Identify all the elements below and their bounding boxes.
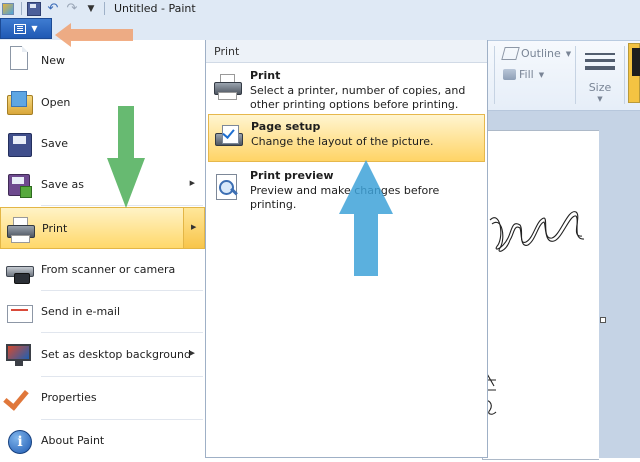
submenu-item-title: Page setup [251, 120, 321, 133]
quick-access-toolbar: ↶ ↷ ▼ [0, 0, 109, 17]
submenu-arrow-icon: ▶ [189, 349, 195, 357]
paint-menu-icon [14, 23, 27, 34]
submenu-title: Print [214, 45, 240, 58]
menu-item-label: Open [41, 96, 71, 109]
menu-item-label: Save as [41, 178, 84, 191]
canvas-resize-handle[interactable] [600, 317, 606, 323]
submenu-arrow-icon: ▶ [189, 179, 195, 187]
menu-item-label: From scanner or camera [41, 263, 176, 276]
ribbon-separator [575, 46, 576, 104]
menu-item-email[interactable]: Send in e-mail [0, 291, 205, 333]
save-disk-icon [5, 130, 33, 158]
new-document-icon [10, 46, 28, 70]
save-icon[interactable] [26, 1, 42, 16]
title-bar: ↶ ↷ ▼ Untitled - Paint [0, 0, 640, 18]
submenu-item-description: Select a printer, number of copies, and … [250, 84, 466, 111]
page-setup-icon [214, 123, 243, 151]
menu-item-properties[interactable]: Properties [0, 377, 205, 419]
fill-button[interactable]: Fill ▼ [503, 68, 544, 81]
redo-icon[interactable]: ↷ [64, 1, 80, 16]
size-label: Size [588, 81, 612, 94]
info-icon: i [5, 427, 33, 455]
outline-button[interactable]: Outline ▼ [501, 47, 572, 60]
print-submenu-button[interactable]: ▶ [183, 208, 204, 248]
submenu-header: Print [206, 40, 487, 63]
undo-icon[interactable]: ↶ [45, 1, 61, 16]
printer-icon [213, 72, 242, 100]
fill-label: Fill [519, 68, 534, 81]
scanner-icon [5, 256, 34, 284]
customize-dropdown-icon[interactable]: ▼ [83, 2, 99, 16]
window-title: Untitled - Paint [114, 2, 196, 15]
menu-item-about[interactable]: i About Paint [0, 420, 205, 462]
outline-label: Outline [521, 47, 561, 60]
paint-menu-button[interactable]: ▼ [0, 18, 52, 39]
menu-item-label: Print [42, 222, 68, 235]
line-width-icon [585, 53, 615, 74]
chevron-down-icon: ▼ [565, 49, 572, 58]
menu-separator [41, 332, 203, 333]
open-folder-icon [5, 89, 33, 117]
menu-item-label: About Paint [41, 434, 105, 447]
submenu-item-print[interactable]: Print Select a printer, number of copies… [208, 64, 485, 112]
desktop-icon [5, 341, 33, 369]
submenu-item-title: Print [250, 69, 281, 82]
color-1-swatch[interactable] [628, 43, 640, 103]
app-icon[interactable] [0, 2, 16, 16]
application-menu: New Open Save Save as ▶ Print ▶ From sca… [0, 40, 206, 458]
size-button[interactable]: Size ▼ [581, 48, 619, 103]
outline-icon [501, 47, 520, 60]
menu-item-label: Save [41, 137, 69, 150]
submenu-item-page-setup[interactable]: Page setup Change the layout of the pict… [208, 114, 485, 162]
menu-item-scanner[interactable]: From scanner or camera [0, 249, 205, 291]
submenu-item-title: Print preview [250, 169, 334, 182]
menu-item-open[interactable]: Open [0, 82, 205, 124]
menu-item-print[interactable]: Print ▶ [0, 207, 205, 249]
menu-item-label: Send in e-mail [41, 305, 121, 318]
chevron-down-icon: ▼ [31, 24, 38, 33]
submenu-item-description: Change the layout of the picture. [251, 135, 434, 148]
menu-item-save[interactable]: Save [0, 123, 205, 165]
green-arrow-annotation [107, 106, 145, 208]
submenu-arrow-icon: ▶ [191, 223, 197, 231]
qat-separator-2 [104, 2, 105, 15]
email-icon [5, 298, 33, 326]
chevron-down-icon: ▼ [597, 95, 603, 103]
orange-arrow-annotation [55, 23, 133, 47]
fill-icon [503, 69, 516, 80]
menu-item-label: Properties [41, 391, 97, 404]
print-preview-icon [213, 172, 241, 200]
chevron-down-icon: ▼ [538, 70, 545, 79]
handwriting-drawing [482, 211, 585, 415]
qat-separator [21, 2, 22, 15]
blue-arrow-annotation [339, 160, 393, 276]
menu-item-label: Set as desktop background [41, 348, 191, 361]
ribbon-separator [494, 46, 495, 104]
ribbon-separator [624, 46, 625, 104]
menu-item-save-as[interactable]: Save as ▶ [0, 164, 205, 206]
save-as-icon [5, 171, 33, 199]
menu-item-desktop-background[interactable]: Set as desktop background ▶ [0, 334, 205, 376]
properties-check-icon [3, 384, 33, 412]
printer-icon [6, 215, 35, 243]
